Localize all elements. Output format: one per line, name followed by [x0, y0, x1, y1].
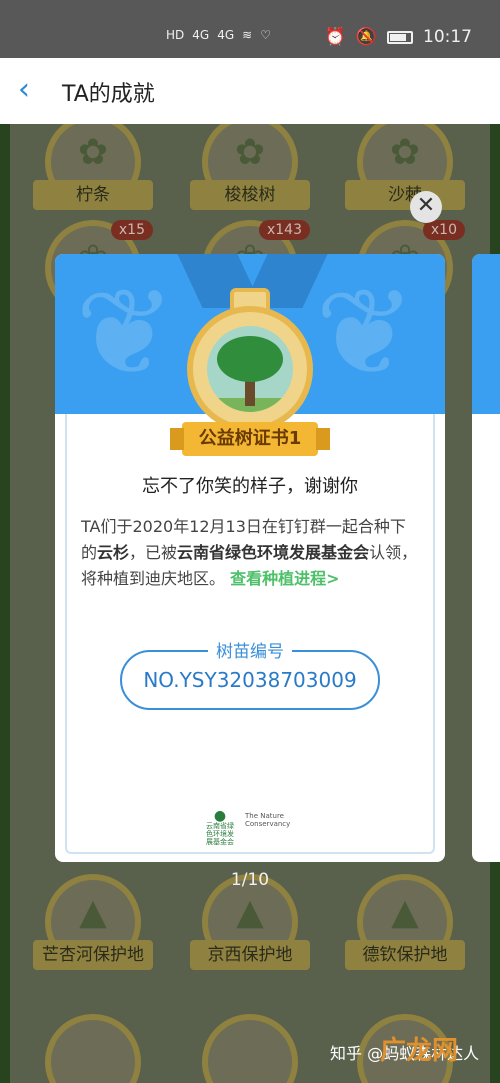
badge-label: 沙棘	[345, 180, 465, 210]
badge-item[interactable]	[33, 1014, 153, 1083]
wifi-icon: ≋	[242, 28, 253, 42]
tree-crown	[217, 336, 283, 382]
code-label-text: 树苗编号	[208, 642, 292, 662]
badge-label: 芒杏河保护地	[33, 940, 153, 970]
landscape-icon: ▲	[236, 892, 264, 933]
badge-item[interactable]: ▲ 芒杏河保护地	[33, 874, 153, 984]
plant-icon: ✿	[77, 132, 109, 173]
tree-icon	[207, 326, 293, 412]
view-progress-link[interactable]: 查看种植进程>	[230, 569, 339, 588]
tree-species: 云杉	[97, 543, 130, 562]
status-right: ⏰ 🔕 10:17	[325, 27, 472, 47]
page-indicator: 1/10	[230, 870, 270, 890]
signal-4g-icon-2: 4G	[217, 28, 235, 42]
certificate-message: 忘不了你笑的样子，谢谢你	[142, 476, 358, 497]
organization-name: 云南省绿色环境发展基金会	[177, 543, 370, 562]
partner-logos: ● 云南省绿色环境发展基金会 The Nature Conservancy	[205, 808, 315, 846]
laurel-right-icon: ❦	[315, 264, 416, 403]
landscape-icon: ▲	[391, 892, 419, 933]
chevron-left-icon[interactable]: ‹	[18, 75, 48, 106]
badge-item[interactable]	[190, 1014, 310, 1083]
landscape-icon: ▲	[79, 892, 107, 933]
badge-item[interactable]: ▲ 德钦保护地	[345, 874, 465, 984]
badge-item[interactable]: ✿ 梭梭树	[190, 124, 310, 224]
certificate-ribbon: 公益树证书1	[170, 422, 330, 456]
next-certificate-card[interactable]	[472, 254, 500, 862]
app-header: ‹ TA的成就	[0, 58, 500, 124]
plant-icon: ✿	[389, 132, 421, 173]
para-text-2: ，已被	[129, 543, 178, 562]
page-title: TA的成就	[62, 82, 155, 107]
hd-icon: HD	[166, 28, 185, 42]
count-badge: x15	[110, 220, 153, 240]
battery-icon	[387, 30, 413, 44]
badge-label: 德钦保护地	[345, 940, 465, 970]
plant-icon: ✿	[234, 132, 266, 173]
watermark-brand: 广龙网	[380, 1036, 459, 1066]
medal-icon	[187, 288, 313, 438]
alarm-icon: ⏰	[324, 27, 346, 47]
certificate-card: ❦ ❦ 公益树证书1 忘不了你笑的样子，谢谢你 TA们于2020年12月13日在…	[55, 254, 445, 862]
tnc-logo: The Nature Conservancy	[245, 812, 291, 828]
next-card-header	[472, 254, 500, 414]
badge-item[interactable]: ▲ 京西保护地	[190, 874, 310, 984]
count-badge: x10	[422, 220, 465, 240]
mute-icon: 🔕	[355, 27, 377, 47]
badge-item[interactable]: ✿ 沙棘	[345, 124, 465, 224]
count-badge: x143	[258, 220, 310, 240]
laurel-left-icon: ❦	[75, 264, 176, 403]
network-indicators: HD 4G 4G ≋ ♡	[166, 28, 271, 42]
close-icon[interactable]: ✕	[410, 191, 442, 223]
clock: 10:17	[423, 27, 472, 47]
foundation-logo-text: 云南省绿色环境发展基金会	[206, 822, 234, 846]
seedling-code-label: 树苗编号	[55, 637, 445, 662]
heart-icon: ♡	[260, 28, 271, 42]
badge-ring	[202, 1014, 298, 1083]
badge-ring	[45, 1014, 141, 1083]
certificate-paragraph: TA们于2020年12月13日在钉钉群一起合种下的云杉，已被云南省绿色环境发展基…	[81, 514, 421, 592]
badge-item[interactable]: ✿ 柠条	[33, 124, 153, 224]
signal-4g-icon: 4G	[192, 28, 210, 42]
status-bar: HD 4G 4G ≋ ♡ ⏰ 🔕 10:17	[0, 0, 500, 58]
badge-label: 京西保护地	[190, 940, 310, 970]
foundation-logo: ● 云南省绿色环境发展基金会	[206, 808, 234, 846]
badge-label: 梭梭树	[190, 180, 310, 210]
badge-label: 柠条	[33, 180, 153, 210]
left-edge	[0, 124, 10, 1083]
